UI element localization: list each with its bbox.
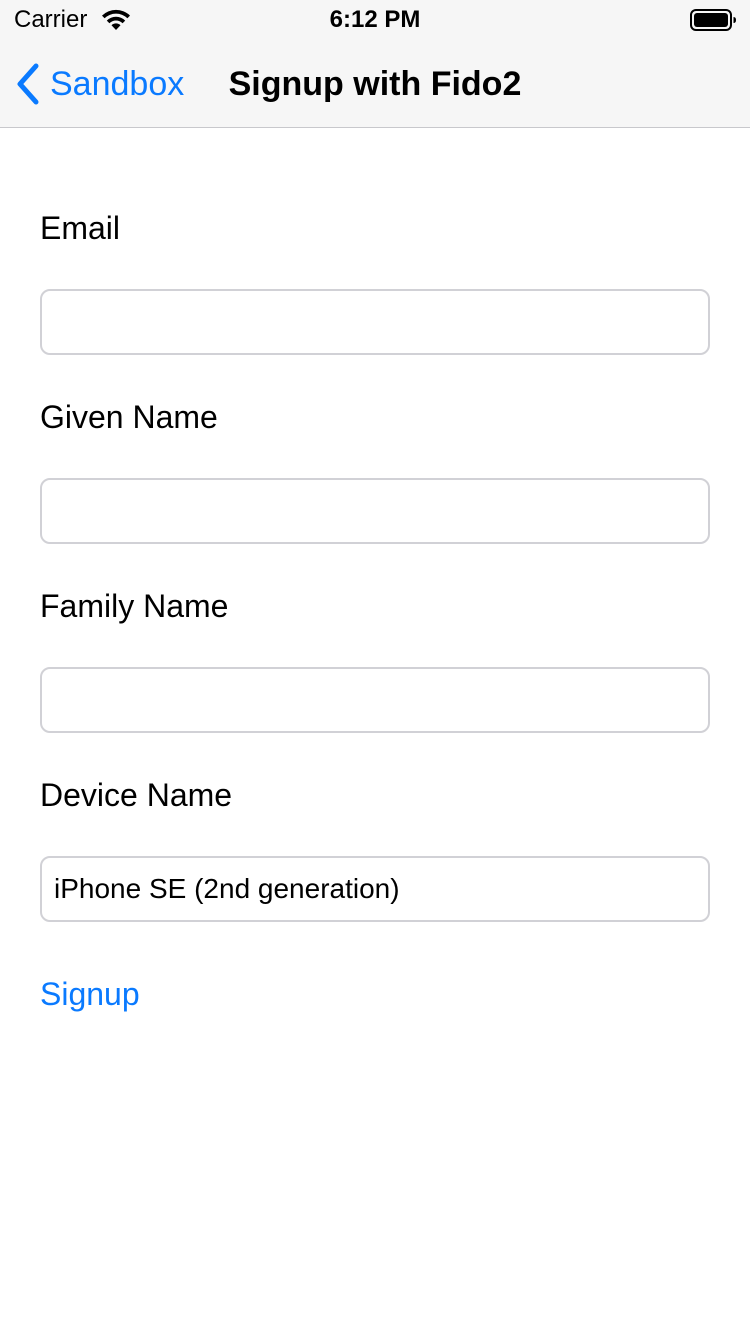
status-bar: Carrier 6:12 PM xyxy=(0,0,750,40)
battery-full-icon xyxy=(690,9,736,31)
email-label: Email xyxy=(40,210,121,246)
page-title: Signup with Fido2 xyxy=(228,65,522,103)
navigation-bar: Sandbox Signup with Fido2 xyxy=(0,40,750,128)
given-name-field[interactable] xyxy=(40,478,710,544)
device-name-field[interactable] xyxy=(40,856,710,922)
signup-button[interactable]: Signup xyxy=(40,974,140,1014)
email-field[interactable] xyxy=(40,289,710,355)
device-name-label: Device Name xyxy=(40,777,233,813)
family-name-field[interactable] xyxy=(40,667,710,733)
signup-screen: Carrier 6:12 PM Sandbox Signup with Fido… xyxy=(0,0,750,1334)
family-name-label: Family Name xyxy=(40,588,229,624)
top-chrome: Carrier 6:12 PM Sandbox Signup with Fido… xyxy=(0,0,750,128)
status-time: 6:12 PM xyxy=(329,6,421,33)
given-name-label: Given Name xyxy=(40,399,218,435)
